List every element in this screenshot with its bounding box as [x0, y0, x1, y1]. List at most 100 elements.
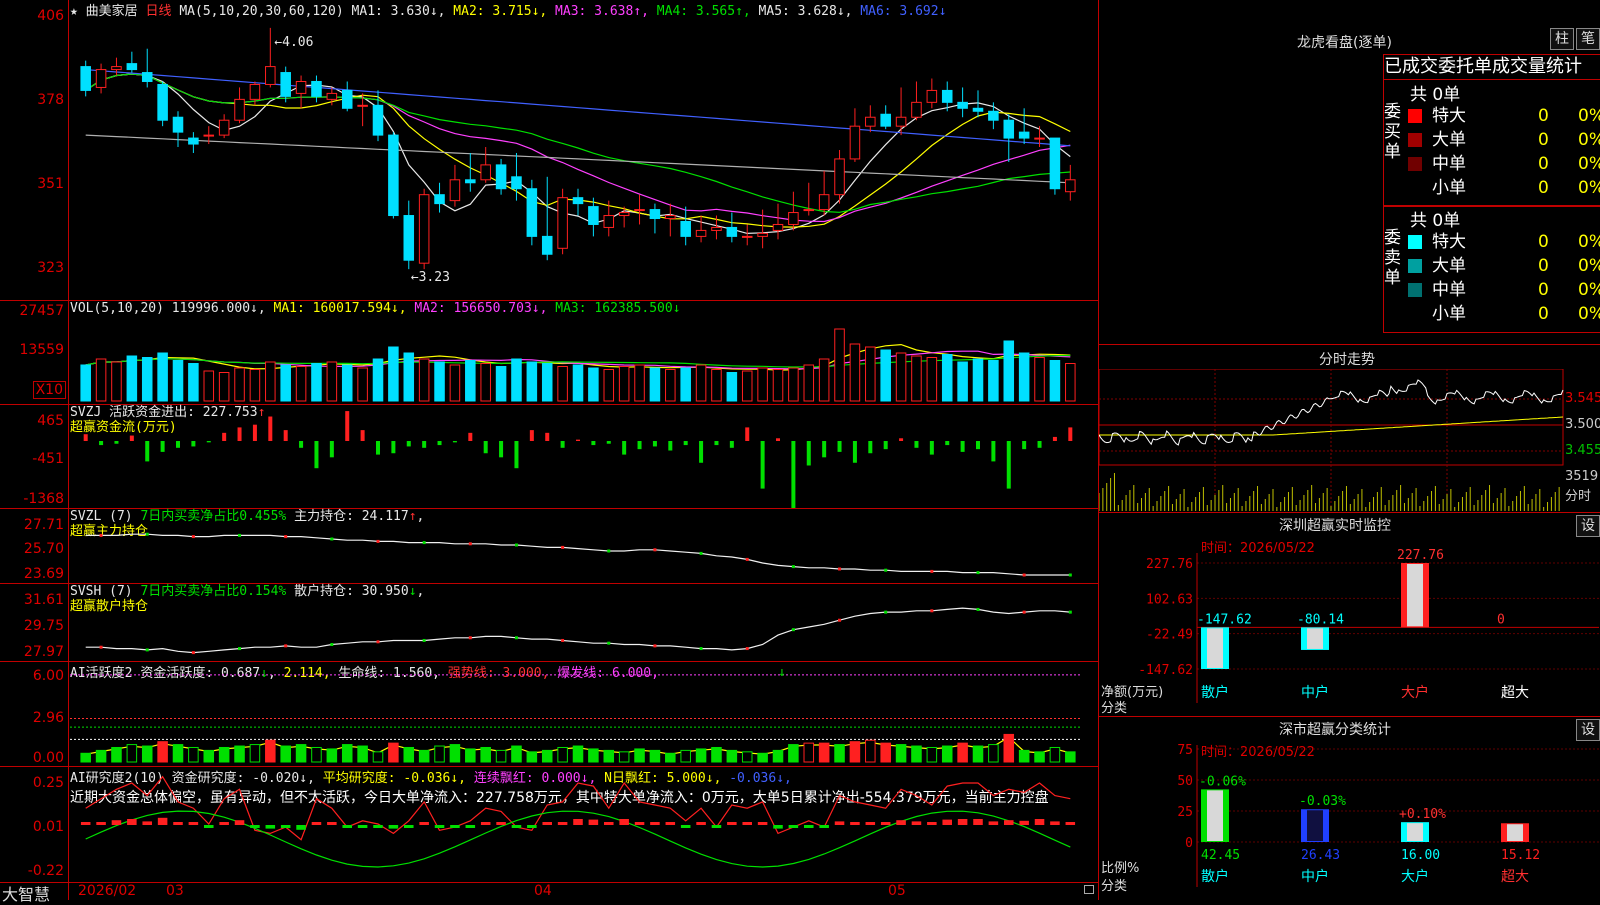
research-bar [465, 825, 476, 828]
candle-body [818, 194, 830, 211]
volume-chart[interactable] [70, 301, 1098, 405]
fund-flow-bar [99, 441, 104, 446]
stat-panel[interactable]: 深市超赢分类统计 设 时间：2026/05/22 比例% 分类 75 50 25 0-… [1099, 716, 1600, 901]
candle-body [772, 223, 784, 231]
volume-bar [772, 369, 784, 402]
candle-body [726, 226, 738, 237]
svzj-axis: 465 -451 -1368 [0, 405, 68, 509]
fund-flow-bar [222, 432, 227, 441]
volume-bar [849, 343, 861, 402]
activity-bar [911, 745, 922, 763]
candle-body [249, 83, 261, 100]
svzl-chart[interactable] [70, 509, 1098, 584]
activity-bar [403, 746, 415, 763]
svsh-dot [653, 644, 657, 648]
fund-flow-bar [914, 441, 919, 448]
svsh-dot [191, 651, 195, 655]
monitor-tick: 102.63 [1146, 592, 1193, 607]
monitor-panel[interactable]: 深圳超赢实时监控 设 时间：2026/05/22 净额(万元) 分类 227.7… [1099, 512, 1600, 717]
volume-bar [95, 358, 107, 402]
candle-body [695, 229, 707, 237]
buy-color-swatch [1408, 133, 1422, 147]
ma5-line [85, 134, 1071, 184]
volume-bar [372, 358, 384, 402]
research-bar [111, 820, 122, 825]
research-tick: 0.25 [32, 775, 64, 791]
fund-flow-bar [806, 441, 811, 466]
research-bar [157, 817, 168, 825]
svzj-chart[interactable] [70, 405, 1098, 509]
fund-flow-bar [699, 441, 704, 463]
date-tick: 04 [534, 883, 552, 899]
stat-value: 16.00 [1401, 848, 1440, 863]
volume-panel[interactable]: 27457 13559 X10 VOL(5,10,20) 119996.000↓… [0, 300, 1098, 405]
activity-bar [111, 746, 122, 763]
svzl-panel[interactable]: 27.71 25.70 23.69 SVZL (7) 7日内买卖净占比0.455… [0, 508, 1098, 584]
fund-flow-bar [268, 416, 273, 441]
research-bar [542, 822, 552, 825]
candle-body [895, 116, 907, 127]
lock-icon[interactable] [1084, 885, 1094, 894]
research-bar [219, 822, 229, 825]
buy-total: 共 0单 [1410, 85, 1461, 105]
stat-chart[interactable]: 75 50 25 0 -0.06% 42.45 散户 -0.03% 26.43 中户 +0.10% 1… [1099, 717, 1600, 901]
candle-body [849, 125, 861, 160]
candle-body [603, 215, 615, 228]
activity-bar [649, 749, 661, 763]
sell-label: 特大 [1432, 232, 1466, 252]
research-bar [773, 825, 783, 829]
intraday-chart[interactable] [1099, 369, 1600, 513]
fund-flow-bar [1052, 436, 1057, 441]
svsh-chart[interactable] [70, 584, 1098, 662]
candle-body [911, 101, 922, 118]
research-bar [419, 822, 429, 825]
candle-body [234, 98, 245, 121]
ai-activity-panel[interactable]: 6.00 2.96 0.00 AI活跃度2 资金活跃度: 0.687↓, 2.1… [0, 661, 1098, 767]
fund-flow-bar [406, 441, 411, 447]
volume-bar [1018, 352, 1030, 402]
activity-arrow: ↓ [778, 665, 786, 680]
research-bar [388, 825, 399, 829]
fund-flow-bar [514, 441, 519, 469]
candle-body [649, 209, 661, 220]
lhb-tab-header[interactable]: 已成交委托单成交量统计 [1383, 54, 1600, 80]
volume-bar [572, 364, 584, 402]
activity-bar [280, 745, 291, 763]
tick-mode-button[interactable]: 笔 [1576, 28, 1600, 50]
fund-flow-bar [437, 441, 442, 446]
stat-category: 散户 [1201, 868, 1229, 885]
candle-body [926, 89, 938, 103]
sell-row: 特大 0 0% [1408, 230, 1600, 254]
research-panel[interactable]: 0.25 0.01 -0.22 AI研究度2(10) 资金研究度: -0.020… [0, 766, 1098, 883]
price-panel[interactable]: 406 378 351 323 ★ 曲美家居 日线 MA(5,10,20,30,… [0, 0, 1098, 300]
monitor-chart[interactable]: 227.76 102.63 -22.49 -147.62 -147.62 散户 -80.14… [1099, 513, 1600, 717]
activity-bar [588, 748, 599, 763]
volume-bar [649, 367, 661, 402]
intraday-panel[interactable]: 分时走势 3.545 3.500 3.455 3519 分时 [1099, 344, 1600, 513]
research-chart[interactable] [70, 767, 1098, 883]
svsh-panel[interactable]: 31.61 29.75 27.97 SVSH (7) 7日内买卖净占比0.154… [0, 583, 1098, 662]
research-bar [757, 822, 768, 825]
svzj-tick: -451 [32, 451, 64, 467]
research-bar [588, 819, 599, 825]
volume-unit: X10 [32, 381, 66, 399]
buy-pct: 0% [1578, 178, 1600, 198]
volume-tick: 13559 [19, 342, 64, 358]
candle-body [880, 113, 891, 127]
candle-body [188, 137, 199, 145]
price-chart[interactable]: ←4.06 ←3.23 [70, 0, 1098, 300]
ai-activity-chart[interactable]: ↓ [70, 662, 1098, 767]
svsh-dot [838, 618, 842, 622]
fund-flow-bar [945, 441, 950, 446]
svsh-dot [930, 609, 934, 613]
research-bar [665, 822, 676, 825]
svsh-dot [1022, 610, 1026, 614]
fund-flow-bar [776, 438, 780, 441]
bar-mode-button[interactable]: 柱 [1550, 28, 1574, 50]
candle-body [203, 134, 215, 137]
sell-pct: 0% [1578, 304, 1600, 324]
fund-flow-bar [468, 432, 473, 441]
candle-body [957, 101, 968, 109]
research-bar [634, 822, 645, 825]
svzj-panel[interactable]: 465 -451 -1368 SVZJ 活跃资金进出: 227.753↑ 超赢资… [0, 404, 1098, 509]
